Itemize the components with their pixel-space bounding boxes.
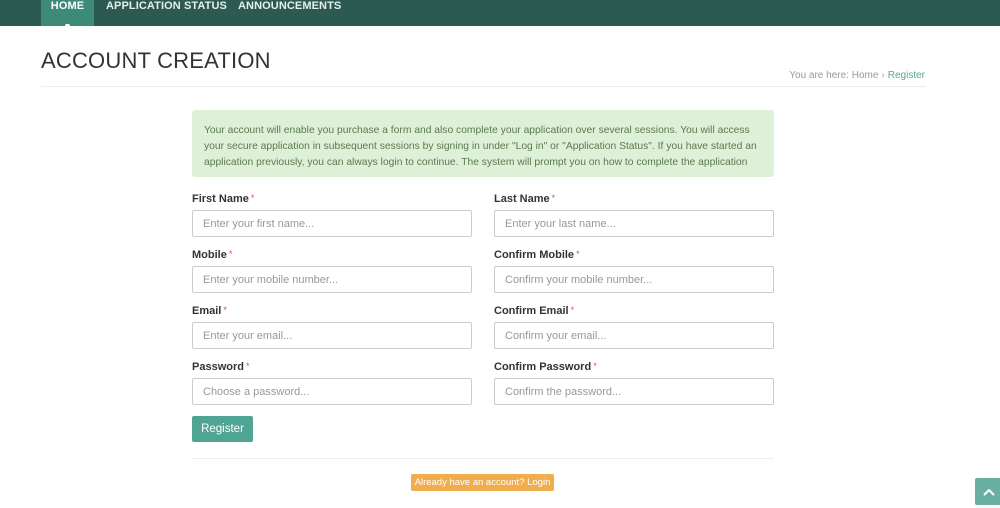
required-marker: * — [245, 361, 250, 371]
last-name-input[interactable] — [494, 210, 774, 237]
required-marker: * — [551, 193, 556, 203]
required-marker: * — [223, 305, 227, 315]
email-label: Email * — [192, 305, 227, 317]
confirm-password-label-text: Confirm Password — [494, 361, 592, 373]
confirm-mobile-input[interactable] — [494, 266, 774, 293]
scroll-to-top-button[interactable] — [975, 478, 1000, 505]
first-name-input[interactable] — [192, 210, 472, 237]
info-alert: Your account will enable you purchase a … — [192, 110, 774, 177]
mobile-input[interactable] — [192, 266, 472, 293]
nav-item-label: HOME — [50, 0, 85, 12]
required-marker: * — [593, 361, 597, 371]
confirm-password-input[interactable] — [494, 378, 774, 405]
first-name-label-text: First Name — [192, 193, 249, 205]
last-name-label: Last Name * — [494, 193, 555, 205]
email-input[interactable] — [192, 322, 472, 349]
password-label-text: Password — [192, 361, 244, 373]
active-caret — [65, 24, 70, 27]
header-divider — [41, 86, 926, 87]
last-name-label-text: Last Name — [494, 193, 550, 205]
top-navigation: HOME APPLICATION STATUS ANNOUNCEMENTS — [0, 0, 1000, 27]
required-marker: * — [570, 305, 575, 315]
nav-item-home[interactable]: HOME — [41, 0, 94, 26]
nav-item-label: APPLICATION STATUS — [106, 0, 227, 12]
password-label: Password * — [192, 361, 249, 373]
nav-item-announcements[interactable]: ANNOUNCEMENTS — [238, 0, 341, 26]
breadcrumb-prefix: You are here: — [789, 70, 849, 81]
confirm-email-input[interactable] — [494, 322, 774, 349]
first-name-label: First Name * — [192, 193, 254, 205]
breadcrumb-separator-icon: › — [881, 70, 885, 81]
nav-item-label: ANNOUNCEMENTS — [238, 0, 342, 12]
page-title: ACCOUNT CREATION — [41, 48, 271, 73]
confirm-email-label-text: Confirm Email — [494, 305, 569, 317]
info-alert-text: Your account will enable you purchase a … — [204, 125, 757, 168]
breadcrumb: You are here: Home › Register — [789, 70, 925, 81]
nav-item-application-status[interactable]: APPLICATION STATUS — [106, 0, 227, 26]
chevron-up-icon — [983, 488, 994, 495]
email-label-text: Email — [192, 305, 222, 317]
breadcrumb-current: Register — [887, 70, 925, 81]
login-button[interactable]: Already have an account? Login — [411, 474, 554, 491]
register-button[interactable]: Register — [192, 416, 253, 442]
confirm-email-label: Confirm Email * — [494, 305, 574, 317]
password-input[interactable] — [192, 378, 472, 405]
required-marker: * — [250, 193, 255, 203]
mobile-label: Mobile * — [192, 249, 232, 261]
confirm-mobile-label-text: Confirm Mobile — [494, 249, 575, 261]
breadcrumb-home-link[interactable]: Home — [852, 70, 879, 81]
required-marker: * — [228, 249, 233, 259]
confirm-password-label: Confirm Password * — [494, 361, 597, 373]
form-divider — [192, 458, 774, 459]
mobile-label-text: Mobile — [192, 249, 227, 261]
required-marker: * — [576, 249, 580, 259]
confirm-mobile-label: Confirm Mobile * — [494, 249, 580, 261]
